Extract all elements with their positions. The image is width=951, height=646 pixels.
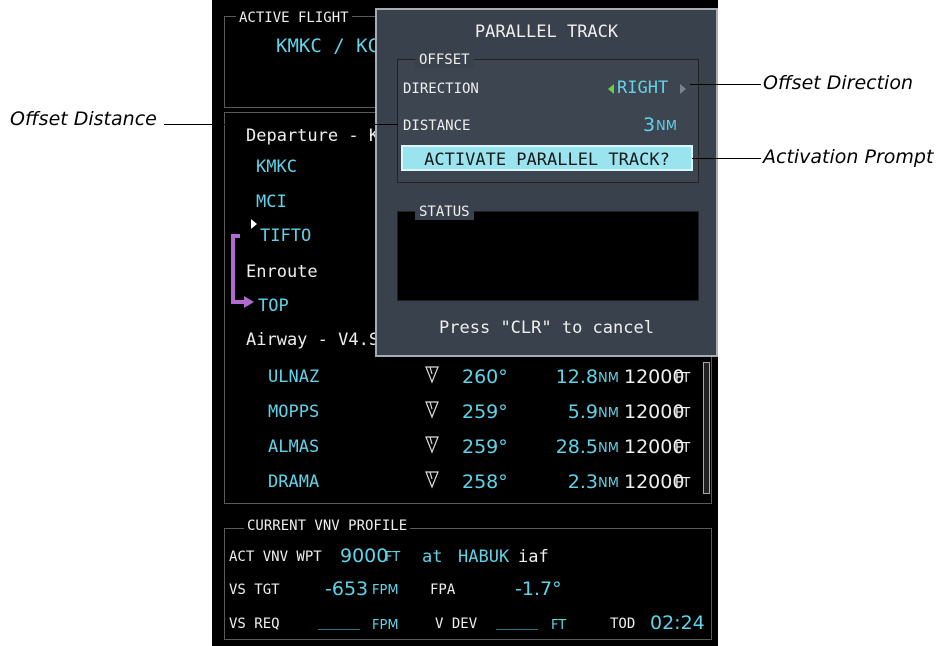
act-vnv-suffix: iaf [518,547,549,567]
airway-row-dist-unit: NM [598,406,619,421]
airway-row-dist: 12.8 [555,366,598,388]
cancel-hint: Press "CLR" to cancel [439,318,654,338]
vdev-unit: FT [551,618,567,633]
callout-activation-prompt: Activation Prompt [763,146,934,168]
direction-value[interactable]: RIGHT [617,78,668,98]
waypoint-mci[interactable]: MCI [256,192,287,212]
callout-offset-direction-leader [690,84,761,85]
vnav-constraint-icon [425,366,439,384]
airway-row-dist: 5.9 [567,401,598,423]
airway-row-name[interactable]: MOPPS [268,402,319,422]
act-vnv-alt: 9000 [340,545,389,567]
vs-req-value: _____ [318,614,361,630]
tod-value: 02:24 [650,612,705,634]
airway-row-dist-unit: NM [598,476,619,491]
fpa-value: -1.7° [515,578,562,600]
distance-label: DISTANCE [403,118,471,134]
active-flightplan-header: ACTIVE FLIGHT [236,10,352,26]
vs-req-unit: FPM [372,618,399,633]
flightplan-route: KMKC / KC [276,35,379,57]
airway-row-name[interactable]: ALMAS [268,437,319,457]
airway-row-alt-unit: FT [675,441,691,456]
active-leg-bracket-icon [231,234,254,308]
callout-activation-prompt-leader [692,158,761,159]
departure-label: Departure - K [246,126,380,146]
flightplan-scrollbar[interactable] [703,362,710,494]
parallel-track-window: PARALLEL TRACK OFFSET DIRECTION RIGHT DI… [375,8,718,357]
tod-label: TOD [610,616,636,632]
airway-row-dist: 28.5 [555,436,598,458]
act-vnv-at: at [422,547,443,567]
callout-offset-distance: Offset Distance [10,108,157,130]
airway-row-dist-unit: NM [598,441,619,456]
vdev-label: V DEV [435,616,478,632]
chevron-left-icon[interactable] [608,84,614,94]
waypoint-kmkc[interactable]: KMKC [256,157,297,177]
airway-row-dtk: 259° [462,401,508,423]
callout-offset-direction: Offset Direction [763,72,913,94]
activate-parallel-track-button[interactable]: ACTIVATE PARALLEL TRACK? [401,145,693,171]
vnav-constraint-icon [425,471,439,489]
direction-label: DIRECTION [403,81,479,97]
vdev-value: _____ [496,614,539,630]
airway-label: Airway - V4.SL [246,330,390,350]
airway-row-name[interactable]: ULNAZ [268,367,319,387]
act-vnv-waypoint: HABUK [458,547,510,567]
waypoint-top[interactable]: TOP [258,296,289,316]
vnv-profile-header: CURRENT VNV PROFILE [244,518,411,534]
status-header: STATUS [415,204,474,220]
airway-row-dist-unit: NM [598,371,619,386]
airway-row-dtk: 259° [462,436,508,458]
distance-unit: NM [656,119,677,134]
fpa-label: FPA [430,582,456,598]
vs-req-label: VS REQ [229,616,280,632]
chevron-right-icon[interactable] [680,84,686,94]
airway-row-alt-unit: FT [675,406,691,421]
distance-value[interactable]: 3 [643,114,655,136]
airway-row-alt-unit: FT [675,476,691,491]
offset-header: OFFSET [415,52,474,68]
vnav-constraint-icon [425,401,439,419]
airway-row-name[interactable]: DRAMA [268,472,319,492]
vs-tgt-unit: FPM [372,583,399,598]
airway-row-dtk: 260° [462,366,508,388]
enroute-label: Enroute [246,262,318,282]
popup-title: PARALLEL TRACK [474,22,619,42]
waypoint-tifto[interactable]: TIFTO [260,226,311,246]
airway-row-dtk: 258° [462,471,508,493]
vnav-constraint-icon [425,436,439,454]
airway-row-dist: 2.3 [567,471,598,493]
vs-tgt-label: VS TGT [229,582,280,598]
act-vnv-alt-unit: FT [385,550,401,565]
status-box [397,211,699,301]
vs-tgt-value: -653 [325,578,369,600]
airway-row-alt-unit: FT [675,371,691,386]
act-vnv-wpt-label: ACT VNV WPT [229,549,322,565]
callout-offset-distance-leader [164,124,398,125]
